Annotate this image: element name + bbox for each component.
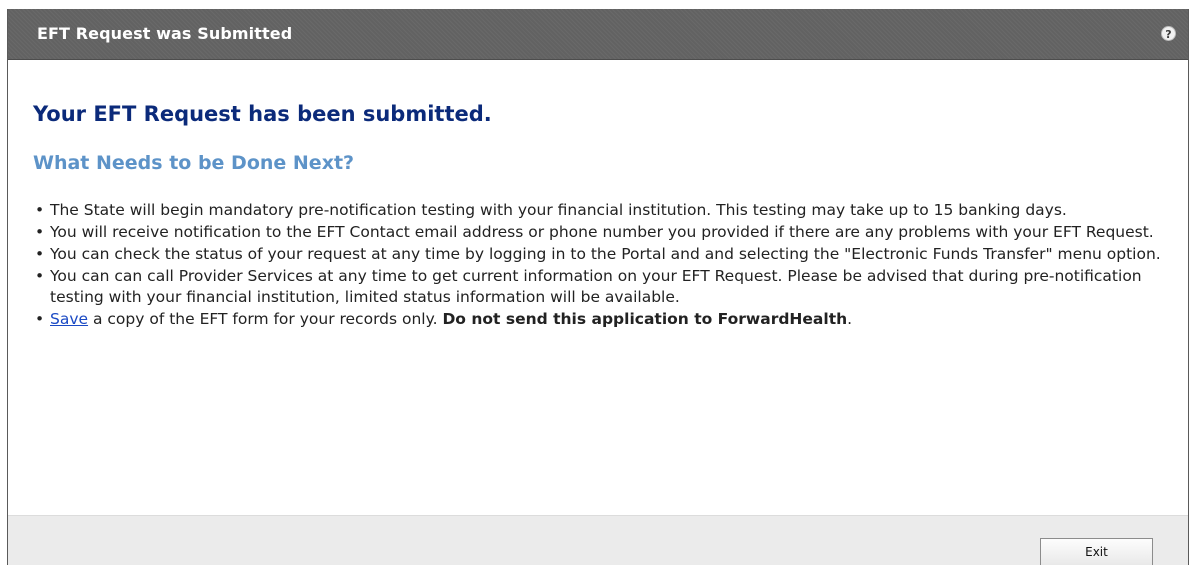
panel-title: EFT Request was Submitted bbox=[37, 24, 293, 43]
exit-button[interactable]: Exit bbox=[1040, 538, 1153, 565]
panel-footer: Exit bbox=[8, 515, 1188, 565]
next-steps-heading: What Needs to be Done Next? bbox=[33, 152, 355, 174]
help-icon[interactable]: ? bbox=[1161, 26, 1176, 41]
next-steps-list: The State will begin mandatory pre-notif… bbox=[33, 200, 1170, 331]
list-item-save: Save a copy of the EFT form for your rec… bbox=[35, 309, 1170, 330]
save-link[interactable]: Save bbox=[50, 310, 88, 328]
list-item: You will receive notification to the EFT… bbox=[35, 222, 1170, 243]
panel-titlebar: EFT Request was Submitted ? bbox=[8, 9, 1188, 60]
list-item: The State will begin mandatory pre-notif… bbox=[35, 200, 1170, 221]
save-item-period: . bbox=[847, 310, 853, 328]
save-item-warning: Do not send this application to ForwardH… bbox=[442, 310, 848, 328]
save-item-text: a copy of the EFT form for your records … bbox=[88, 310, 443, 328]
confirmation-heading: Your EFT Request has been submitted. bbox=[33, 102, 492, 126]
eft-confirmation-panel: EFT Request was Submitted ? Your EFT Req… bbox=[7, 9, 1189, 565]
panel-content: Your EFT Request has been submitted. Wha… bbox=[8, 60, 1188, 516]
list-item: You can can call Provider Services at an… bbox=[35, 266, 1170, 308]
list-item: You can check the status of your request… bbox=[35, 244, 1170, 265]
